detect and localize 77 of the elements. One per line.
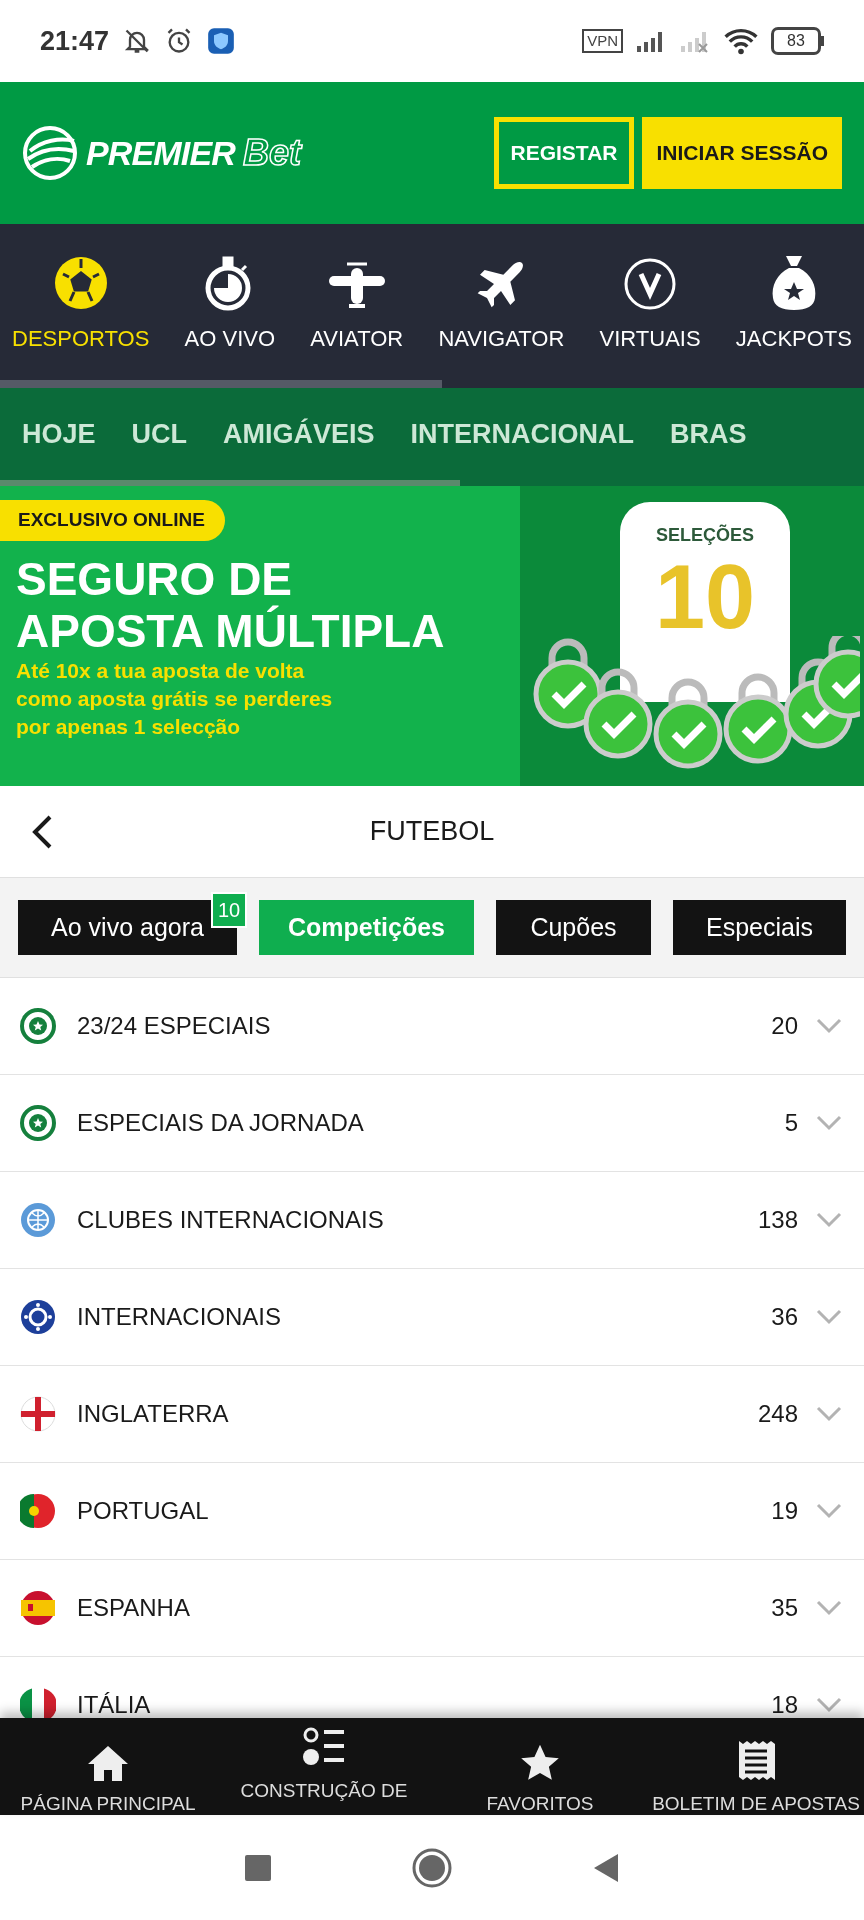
- chevron-down-icon[interactable]: [816, 1018, 842, 1034]
- nav-tab[interactable]: JACKPOTS: [735, 249, 852, 355]
- wifi-icon: [723, 27, 759, 55]
- promo-banner[interactable]: EXCLUSIVO ONLINE SEGURO DE APOSTA MÚLTIPLA Até 10x a tua aposta de volta como aposta grátis se perderes por apenas 1 selecção SELEÇÕES 10: [0, 486, 864, 786]
- globe-icon: [20, 1202, 56, 1238]
- logo-ball-icon: [22, 125, 78, 181]
- promo-tag: EXCLUSIVO ONLINE: [0, 500, 225, 541]
- logo-accent-text: Bet: [242, 131, 301, 175]
- chevron-down-icon[interactable]: [816, 1115, 842, 1131]
- category-tab[interactable]: AMIGÁVEIS: [223, 413, 375, 455]
- category-tab[interactable]: UCL: [131, 413, 188, 455]
- filter-tab[interactable]: Especiais: [673, 900, 846, 955]
- category-tab[interactable]: BRAS: [670, 413, 747, 455]
- back-triangle-icon[interactable]: [592, 1851, 620, 1884]
- chevron-down-icon[interactable]: [816, 1503, 842, 1519]
- competition-name[interactable]: CLUBES INTERNACIONAIS: [77, 1202, 758, 1238]
- battery-level: 83: [771, 27, 821, 55]
- event-count: 19: [771, 1496, 798, 1526]
- star-badge-icon: [20, 1008, 56, 1044]
- category-tab[interactable]: INTERNACIONAL: [410, 413, 635, 455]
- event-count: 36: [771, 1302, 798, 1332]
- ring-emblem-icon: [20, 1299, 56, 1335]
- recent-apps-icon[interactable]: [244, 1853, 272, 1882]
- event-count: 5: [784, 1108, 798, 1138]
- event-count: 18: [771, 1690, 798, 1718]
- chevron-down-icon[interactable]: [816, 1697, 842, 1713]
- count-badge: 10: [211, 892, 247, 928]
- login-button[interactable]: INICIAR SESSÃO: [642, 117, 842, 189]
- nav-tab[interactable]: AO VIVO: [184, 249, 276, 355]
- event-count: 138: [757, 1205, 798, 1235]
- promo-subtitle: Até 10x a tua aposta de volta: [16, 657, 306, 684]
- filter-tab[interactable]: Cupões: [496, 900, 651, 955]
- promo-title: APOSTA MÚLTIPLA: [16, 604, 446, 657]
- battery-tip: [821, 36, 824, 46]
- event-count: 35: [771, 1593, 798, 1623]
- home-circle-icon[interactable]: [412, 1847, 452, 1888]
- competition-name[interactable]: PORTUGAL: [77, 1493, 772, 1529]
- england-flag-icon: [20, 1396, 56, 1432]
- nav-tab[interactable]: DESPORTOS: [12, 249, 150, 355]
- jersey-name: SELEÇÕES: [656, 523, 754, 547]
- logo-text: PREMIER: [86, 133, 235, 174]
- category-tab[interactable]: HOJE: [22, 413, 96, 455]
- promo-subtitle: como aposta grátis se perderes: [16, 685, 334, 712]
- promo-title: SEGURO DE: [16, 552, 294, 605]
- bottom-nav-item[interactable]: PÁGINA PRINCIPAL: [0, 1718, 216, 1815]
- event-count: 20: [771, 1011, 798, 1041]
- home-icon: [86, 1743, 130, 1783]
- nav-tab[interactable]: NAVIGATOR: [438, 249, 565, 355]
- chevron-down-icon[interactable]: [816, 1406, 842, 1422]
- competition-name[interactable]: ESPECIAIS DA JORNADA: [77, 1105, 785, 1141]
- clock-time: 21:47: [40, 24, 110, 58]
- nav-tab[interactable]: VIRTUAIS: [599, 249, 701, 355]
- page-title: FUTEBOL: [369, 815, 495, 849]
- chevron-down-icon[interactable]: [816, 1309, 842, 1325]
- bottom-nav-item[interactable]: CONSTRUÇÃO DE: [216, 1718, 432, 1815]
- chevron-down-icon[interactable]: [816, 1212, 842, 1228]
- back-chevron-icon[interactable]: [30, 813, 54, 850]
- competition-name[interactable]: 23/24 ESPECIAIS: [77, 1008, 772, 1044]
- chevron-down-icon[interactable]: [816, 1600, 842, 1616]
- event-count: 248: [757, 1399, 798, 1429]
- competition-name[interactable]: ESPANHA: [77, 1590, 772, 1626]
- receipt-icon: [737, 1739, 775, 1783]
- portugal-flag-icon: [20, 1493, 56, 1529]
- star-icon: [519, 1743, 561, 1783]
- bottom-nav-item[interactable]: FAVORITOS: [432, 1718, 648, 1815]
- competition-name[interactable]: INGLATERRA: [77, 1396, 758, 1432]
- shield-app-icon: [207, 27, 236, 55]
- competition-name[interactable]: INTERNACIONAIS: [77, 1299, 772, 1335]
- promo-subtitle: por apenas 1 selecção: [16, 713, 242, 740]
- jersey-number: 10: [654, 549, 756, 645]
- star-badge-icon: [20, 1105, 56, 1141]
- competition-name[interactable]: ITÁLIA: [77, 1687, 772, 1718]
- nav-tab[interactable]: AVIATOR: [310, 249, 404, 355]
- bottom-nav-item[interactable]: BOLETIM DE APOSTAS: [648, 1718, 864, 1815]
- vpn-indicator: VPN: [582, 29, 623, 53]
- spain-flag-icon: [20, 1590, 56, 1626]
- register-button[interactable]: REGISTAR: [493, 117, 635, 189]
